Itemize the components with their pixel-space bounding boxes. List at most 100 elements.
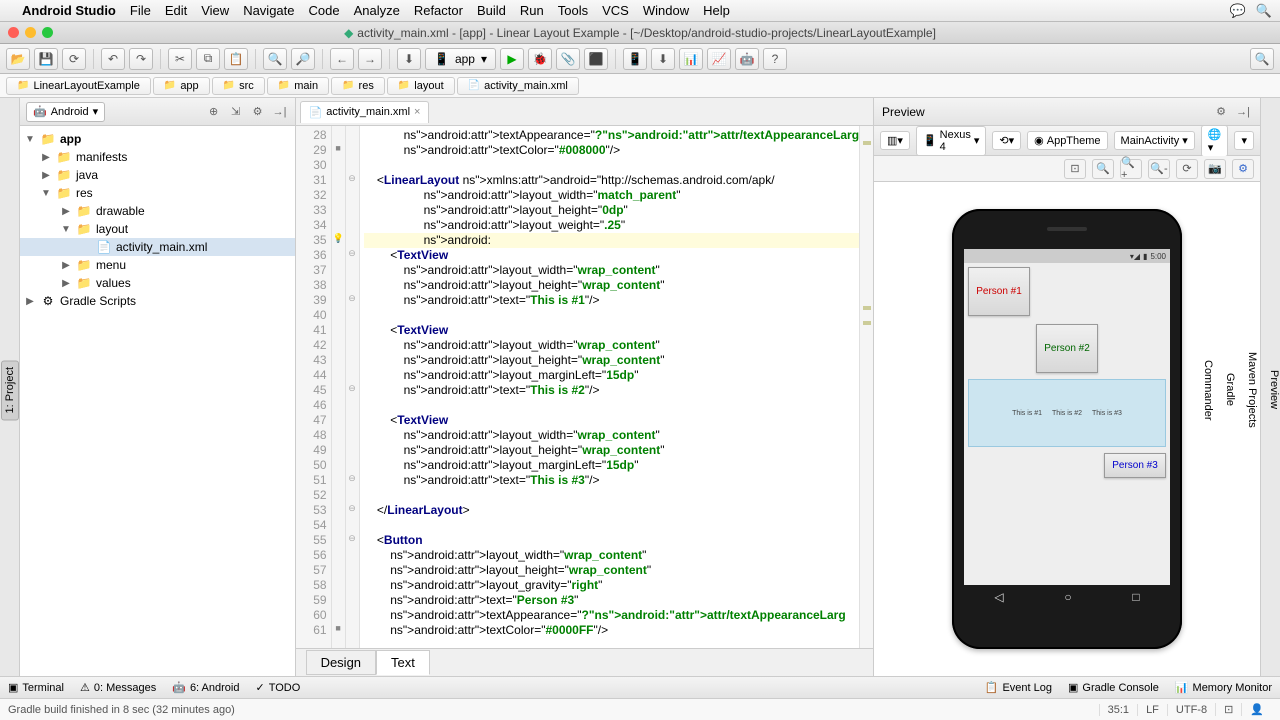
menu-view[interactable]: View xyxy=(201,3,229,18)
zoom-window-button[interactable] xyxy=(42,27,53,38)
menu-vcs[interactable]: VCS xyxy=(602,3,629,18)
crumb-src[interactable]: 📁src xyxy=(212,77,265,95)
tree-item[interactable]: ▶📁manifests xyxy=(20,148,295,166)
debug-button[interactable]: 🐞 xyxy=(528,48,552,70)
device-combo[interactable]: 📱Nexus 4▾ xyxy=(916,126,986,156)
back-button[interactable]: ← xyxy=(330,48,354,70)
project-settings-icon[interactable]: ⚙ xyxy=(249,103,267,121)
menu-file[interactable]: File xyxy=(130,3,151,18)
menu-window[interactable]: Window xyxy=(643,3,689,18)
crumb-res[interactable]: 📁res xyxy=(331,77,385,95)
menu-refactor[interactable]: Refactor xyxy=(414,3,463,18)
tab-memory-monitor[interactable]: 📊 Memory Monitor xyxy=(1175,681,1272,694)
menu-analyze[interactable]: Analyze xyxy=(354,3,400,18)
refresh-button[interactable]: ⟳ xyxy=(1176,159,1198,179)
tree-item[interactable]: ▶⚙Gradle Scripts xyxy=(20,292,295,310)
paste-button[interactable]: 📋 xyxy=(224,48,248,70)
text-tab[interactable]: Text xyxy=(376,650,430,675)
sync-button[interactable]: ⟳ xyxy=(62,48,86,70)
sdk-button[interactable]: ⬇ xyxy=(651,48,675,70)
tree-item[interactable]: ▼📁res xyxy=(20,184,295,202)
locale-combo[interactable]: 🌐▾ xyxy=(1201,125,1229,157)
encoding[interactable]: UTF-8 xyxy=(1167,704,1215,716)
crumb-app[interactable]: 📁app xyxy=(153,77,210,95)
crumb-main[interactable]: 📁main xyxy=(267,77,329,95)
preview-config-combo[interactable]: ▥▾ xyxy=(880,131,910,150)
stop-button[interactable]: ⬛ xyxy=(584,48,608,70)
menu-run[interactable]: Run xyxy=(520,3,544,18)
inspector-icon[interactable]: 👤 xyxy=(1241,703,1272,716)
zoom-fit-button[interactable]: ⊡ xyxy=(1064,159,1086,179)
monitor-button[interactable]: 📈 xyxy=(707,48,731,70)
make-button[interactable]: ⬇ xyxy=(397,48,421,70)
api-combo[interactable]: ▾ xyxy=(1234,131,1254,150)
zoom-actual-button[interactable]: 🔍 xyxy=(1092,159,1114,179)
ddms-button[interactable]: 📊 xyxy=(679,48,703,70)
menu-navigate[interactable]: Navigate xyxy=(243,3,294,18)
menu-build[interactable]: Build xyxy=(477,3,506,18)
tab-preview[interactable]: Preview xyxy=(1268,370,1280,409)
open-button[interactable]: 📂 xyxy=(6,48,30,70)
zoom-out-button[interactable]: 🔍- xyxy=(1148,159,1170,179)
orientation-combo[interactable]: ⟲▾ xyxy=(992,131,1021,150)
menu-edit[interactable]: Edit xyxy=(165,3,187,18)
tab-commander[interactable]: Commander xyxy=(1202,360,1214,421)
tree-item[interactable]: ▶📁drawable xyxy=(20,202,295,220)
tab-todo[interactable]: ✓ TODO xyxy=(255,681,300,694)
tree-item[interactable]: ▼📁app xyxy=(20,130,295,148)
menu-code[interactable]: Code xyxy=(309,3,340,18)
project-collapse-icon[interactable]: ⇲ xyxy=(227,103,245,121)
help-button[interactable]: ? xyxy=(763,48,787,70)
code-area[interactable]: ns">android:attr">textAppearance="?"ns">… xyxy=(360,126,859,648)
project-view-combo[interactable]: 🤖Android▾ xyxy=(26,102,105,122)
tree-item[interactable]: 📄activity_main.xml xyxy=(20,238,295,256)
android-icon[interactable]: 🤖 xyxy=(735,48,759,70)
theme-combo[interactable]: ◉AppTheme xyxy=(1027,131,1107,150)
tree-item[interactable]: ▶📁java xyxy=(20,166,295,184)
project-tree[interactable]: ▼📁app▶📁manifests▶📁java▼📁res▶📁drawable▼📁l… xyxy=(20,126,295,676)
tab-gradle-console[interactable]: ▣ Gradle Console xyxy=(1068,681,1159,694)
activity-combo[interactable]: MainActivity▾ xyxy=(1114,131,1195,150)
marker-strip[interactable] xyxy=(859,126,873,648)
attach-debugger-button[interactable]: 📎 xyxy=(556,48,580,70)
forward-button[interactable]: → xyxy=(358,48,382,70)
notification-icon[interactable]: 💬 xyxy=(1230,3,1246,19)
copy-button[interactable]: ⧉ xyxy=(196,48,220,70)
crumb-project[interactable]: 📁LinearLayoutExample xyxy=(6,77,151,95)
tab-messages[interactable]: ⚠ 0: Messages xyxy=(80,681,156,694)
preview-settings-icon[interactable]: ⚙ xyxy=(1212,103,1230,121)
menu-help[interactable]: Help xyxy=(703,3,730,18)
screenshot-button[interactable]: 📷 xyxy=(1204,159,1226,179)
close-window-button[interactable] xyxy=(8,27,19,38)
tree-item[interactable]: ▶📁values xyxy=(20,274,295,292)
project-hide-icon[interactable]: →| xyxy=(271,103,289,121)
tab-terminal[interactable]: ▣ Terminal xyxy=(8,681,64,694)
crumb-file[interactable]: 📄activity_main.xml xyxy=(457,77,579,95)
tab-event-log[interactable]: 📋 Event Log xyxy=(985,681,1052,694)
cut-button[interactable]: ✂ xyxy=(168,48,192,70)
find-button[interactable]: 🔍 xyxy=(263,48,287,70)
tree-item[interactable]: ▼📁layout xyxy=(20,220,295,238)
context-icon[interactable]: ⊡ xyxy=(1215,703,1241,716)
design-tab[interactable]: Design xyxy=(306,650,376,675)
preview-hide-icon[interactable]: →| xyxy=(1234,103,1252,121)
tab-android[interactable]: 🤖 6: Android xyxy=(172,681,239,694)
spotlight-icon[interactable]: 🔍 xyxy=(1256,3,1272,19)
crumb-layout[interactable]: 📁layout xyxy=(387,77,455,95)
editor-body[interactable]: 2829303132333435363738394041424344454647… xyxy=(296,126,873,648)
menu-app-name[interactable]: Android Studio xyxy=(22,3,116,18)
menu-tools[interactable]: Tools xyxy=(558,3,588,18)
preview-settings-button[interactable]: ⚙ xyxy=(1232,159,1254,179)
line-ending[interactable]: LF xyxy=(1137,704,1167,716)
run-config-combo[interactable]: 📱app▾ xyxy=(425,48,496,70)
tab-maven[interactable]: Maven Projects xyxy=(1246,352,1258,428)
zoom-in-button[interactable]: 🔍+ xyxy=(1120,159,1142,179)
minimize-window-button[interactable] xyxy=(25,27,36,38)
redo-button[interactable]: ↷ xyxy=(129,48,153,70)
close-icon[interactable]: × xyxy=(414,106,420,118)
tree-item[interactable]: ▶📁menu xyxy=(20,256,295,274)
avd-button[interactable]: 📱 xyxy=(623,48,647,70)
project-scroll-from-source-icon[interactable]: ⊕ xyxy=(205,103,223,121)
undo-button[interactable]: ↶ xyxy=(101,48,125,70)
tab-gradle[interactable]: Gradle xyxy=(1224,373,1236,406)
